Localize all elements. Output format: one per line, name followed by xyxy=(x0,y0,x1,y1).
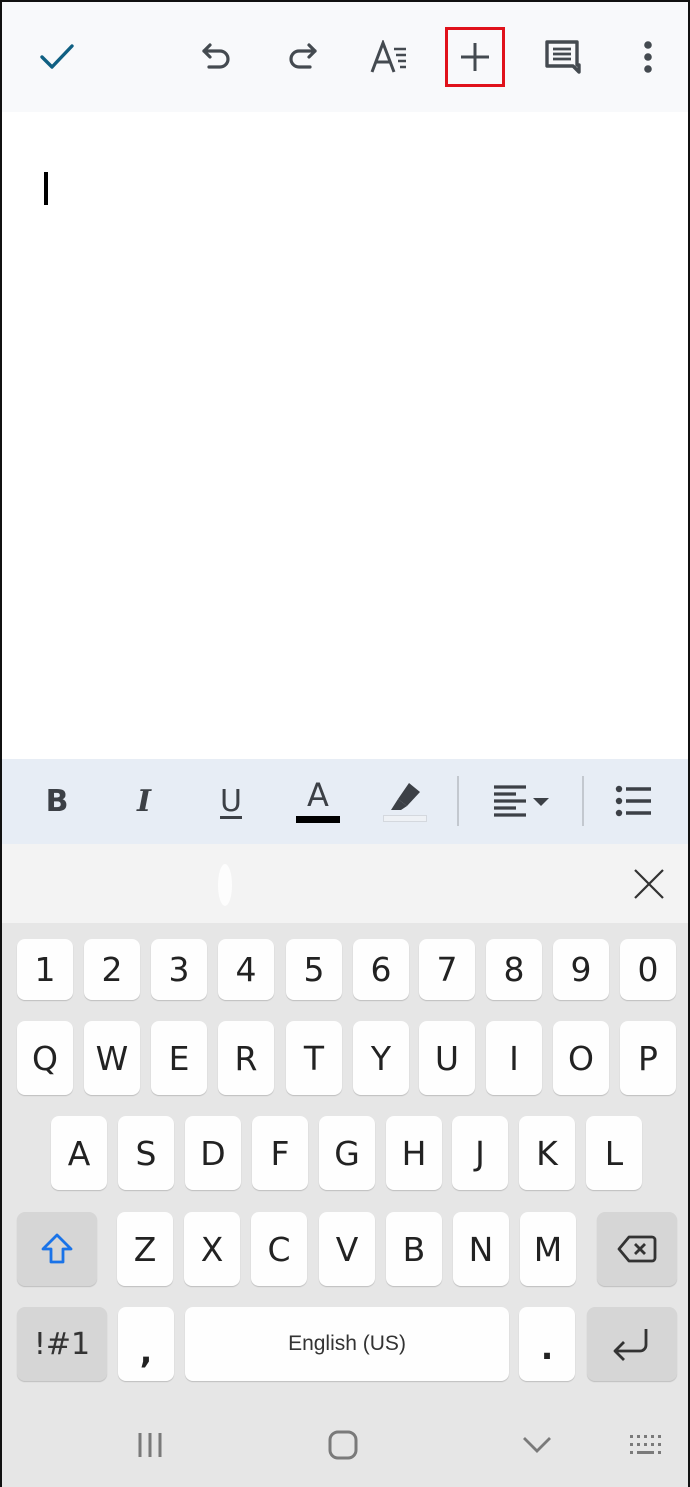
bold-button[interactable]: B xyxy=(27,771,87,831)
key-n[interactable]: N xyxy=(453,1212,509,1286)
key-9[interactable]: 9 xyxy=(553,939,609,1000)
key-q[interactable]: Q xyxy=(17,1021,73,1095)
key-s[interactable]: S xyxy=(118,1116,174,1190)
text-color-icon: A xyxy=(307,776,329,814)
key-m[interactable]: M xyxy=(520,1212,576,1286)
bulleted-list-button[interactable] xyxy=(604,771,664,831)
alignment-button[interactable] xyxy=(490,771,554,831)
separator xyxy=(457,776,459,826)
suggestion-handle xyxy=(218,864,232,906)
highlight-color-button[interactable] xyxy=(375,771,435,831)
enter-icon xyxy=(613,1329,648,1361)
format-toolbar: B I U A xyxy=(2,759,688,844)
text-format-icon xyxy=(370,40,406,73)
bulleted-list-icon xyxy=(615,785,651,817)
text-color-swatch xyxy=(296,816,340,823)
shift-key[interactable] xyxy=(17,1212,97,1286)
key-z[interactable]: Z xyxy=(117,1212,173,1286)
key-x[interactable]: X xyxy=(184,1212,240,1286)
key-0[interactable]: 0 xyxy=(620,939,676,1000)
on-screen-keyboard: 1 2 3 4 5 6 7 8 9 0 Q W E R T Y U I O P … xyxy=(2,923,688,1487)
key-8[interactable]: 8 xyxy=(486,939,542,1000)
more-options-button[interactable] xyxy=(618,27,678,87)
key-a[interactable]: A xyxy=(51,1116,107,1190)
insert-button[interactable] xyxy=(445,27,505,87)
key-j[interactable]: J xyxy=(452,1116,508,1190)
comment-button[interactable] xyxy=(532,27,592,87)
keyboard-suggestion-strip xyxy=(2,844,688,923)
key-f[interactable]: F xyxy=(252,1116,308,1190)
key-d[interactable]: D xyxy=(185,1116,241,1190)
more-vert-icon xyxy=(644,41,652,73)
key-2[interactable]: 2 xyxy=(84,939,140,1000)
enter-key[interactable] xyxy=(587,1307,677,1381)
back-button[interactable] xyxy=(507,1423,567,1467)
recents-icon xyxy=(138,1433,162,1457)
key-b[interactable]: B xyxy=(386,1212,442,1286)
italic-button[interactable]: I xyxy=(114,771,174,831)
key-w[interactable]: W xyxy=(84,1021,140,1095)
redo-icon xyxy=(289,43,317,69)
backspace-icon xyxy=(617,1235,657,1263)
comma-key[interactable]: , xyxy=(118,1307,174,1381)
done-button[interactable] xyxy=(27,27,87,87)
key-5[interactable]: 5 xyxy=(286,939,342,1000)
separator xyxy=(582,776,584,826)
key-v[interactable]: V xyxy=(319,1212,375,1286)
bold-icon: B xyxy=(45,783,69,819)
key-6[interactable]: 6 xyxy=(353,939,409,1000)
key-1[interactable]: 1 xyxy=(17,939,73,1000)
highlighter-icon xyxy=(391,783,420,810)
key-g[interactable]: G xyxy=(319,1116,375,1190)
document-body[interactable] xyxy=(2,112,688,759)
comment-icon xyxy=(545,40,581,74)
key-3[interactable]: 3 xyxy=(151,939,207,1000)
italic-icon: I xyxy=(136,783,152,819)
home-button[interactable] xyxy=(313,1423,373,1467)
close-icon xyxy=(634,869,664,899)
underline-button[interactable]: U xyxy=(201,771,261,831)
key-l[interactable]: L xyxy=(586,1116,642,1190)
key-k[interactable]: K xyxy=(519,1116,575,1190)
plus-icon xyxy=(461,43,489,71)
keyboard-switch-button[interactable] xyxy=(617,1423,677,1467)
key-u[interactable]: U xyxy=(419,1021,475,1095)
key-o[interactable]: O xyxy=(553,1021,609,1095)
key-t[interactable]: T xyxy=(286,1021,342,1095)
highlight-color-swatch xyxy=(383,815,427,822)
undo-icon xyxy=(202,43,230,69)
key-7[interactable]: 7 xyxy=(419,939,475,1000)
key-y[interactable]: Y xyxy=(353,1021,409,1095)
symbols-key[interactable]: !#1 xyxy=(17,1307,107,1381)
key-r[interactable]: R xyxy=(218,1021,274,1095)
key-i[interactable]: I xyxy=(486,1021,542,1095)
check-icon xyxy=(40,44,74,69)
backspace-key[interactable] xyxy=(597,1212,677,1286)
key-c[interactable]: C xyxy=(251,1212,307,1286)
align-left-icon xyxy=(494,785,549,817)
undo-button[interactable] xyxy=(187,27,247,87)
redo-button[interactable] xyxy=(272,27,332,87)
recents-button[interactable] xyxy=(120,1423,180,1467)
period-key[interactable]: . xyxy=(519,1307,575,1381)
shift-icon xyxy=(41,1233,73,1264)
key-h[interactable]: H xyxy=(386,1116,442,1190)
text-cursor xyxy=(44,172,48,205)
text-format-button[interactable] xyxy=(360,27,420,87)
key-e[interactable]: E xyxy=(151,1021,207,1095)
space-key[interactable]: English (US) xyxy=(185,1307,509,1381)
back-icon xyxy=(523,1437,551,1453)
top-toolbar xyxy=(2,2,688,112)
key-4[interactable]: 4 xyxy=(218,939,274,1000)
text-color-button[interactable]: A xyxy=(288,771,348,831)
underline-icon: U xyxy=(220,783,242,819)
close-suggestions-button[interactable] xyxy=(624,864,674,904)
home-icon xyxy=(328,1430,358,1460)
key-p[interactable]: P xyxy=(620,1021,676,1095)
keyboard-switch-icon xyxy=(630,1435,661,1454)
